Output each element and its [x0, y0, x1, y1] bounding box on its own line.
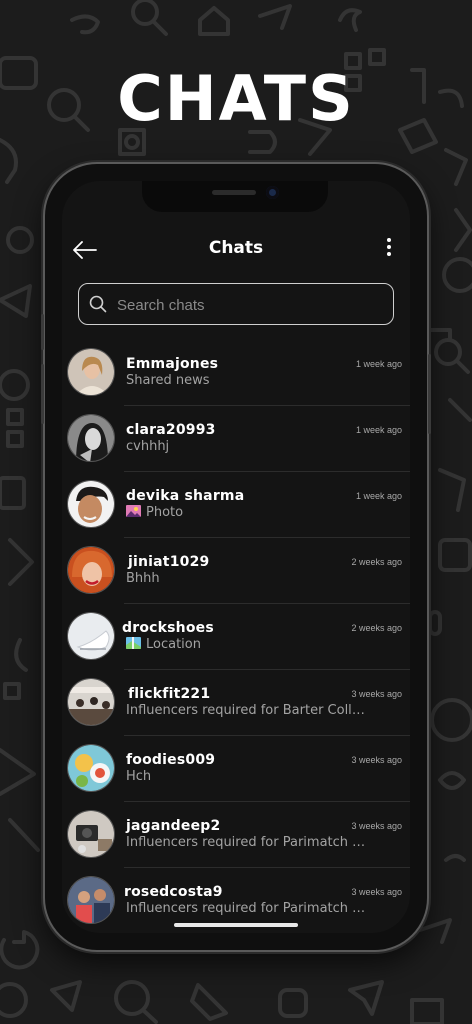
- chat-time: 1 week ago: [355, 425, 402, 435]
- home-indicator[interactable]: [174, 923, 298, 927]
- avatar: [67, 348, 115, 396]
- phone-notch: [142, 181, 328, 212]
- phone-side-button: [41, 364, 44, 424]
- app-screen: Chats Emm: [62, 181, 410, 933]
- preview-text: Photo: [146, 505, 184, 520]
- avatar: [67, 876, 115, 924]
- map-icon: [126, 637, 141, 649]
- chat-preview: Influencers required for Parimatch L...: [126, 835, 366, 850]
- phone-frame: Chats Emm: [41, 164, 431, 950]
- preview-text: Location: [146, 637, 201, 652]
- phone-side-button: [41, 314, 44, 350]
- chat-name: jagandeep2: [126, 818, 221, 834]
- chat-time: 3 weeks ago: [351, 887, 402, 897]
- chat-time: 3 weeks ago: [351, 821, 402, 831]
- chat-name: Emmajones: [126, 356, 219, 372]
- chat-list: Emmajones 1 week ago Shared news clara20…: [62, 340, 410, 933]
- chat-preview: Hch: [126, 769, 152, 784]
- chat-name: clara20993: [126, 422, 216, 438]
- more-dot: [387, 245, 391, 249]
- chat-time: 3 weeks ago: [351, 689, 402, 699]
- chat-time: 1 week ago: [355, 359, 402, 369]
- chat-time: 2 weeks ago: [351, 557, 402, 567]
- top-app-bar: Chats: [62, 234, 410, 274]
- chat-row-foodies009[interactable]: foodies009 3 weeks ago Hch: [62, 736, 410, 802]
- phone-side-button: [428, 354, 431, 434]
- chat-preview: cvhhhj: [126, 439, 170, 454]
- avatar: [67, 546, 115, 594]
- chat-name: flickfit221: [128, 686, 211, 702]
- chat-preview: Influencers required for Barter Colla...: [126, 703, 366, 718]
- chat-time: 2 weeks ago: [351, 623, 402, 633]
- chat-name: jiniat1029: [128, 554, 210, 570]
- avatar: [67, 810, 115, 858]
- chat-preview: Bhhh: [126, 571, 160, 586]
- chat-row-drockshoes[interactable]: drockshoes 2 weeks ago Location: [62, 604, 410, 670]
- avatar: [67, 744, 115, 792]
- avatar: [67, 678, 115, 726]
- chat-row-devika-sharma[interactable]: devika sharma 1 week ago Photo: [62, 472, 410, 538]
- speaker-grille: [212, 190, 256, 195]
- chat-row-flickfit221[interactable]: flickfit221 3 weeks ago Influencers requ…: [62, 670, 410, 736]
- avatar: [67, 414, 115, 462]
- chat-name: drockshoes: [122, 620, 214, 636]
- front-camera: [266, 186, 279, 199]
- page-title: Chats: [208, 238, 264, 258]
- chat-name: rosedcosta9: [124, 884, 223, 900]
- chat-preview: Photo: [126, 505, 366, 520]
- chat-row-emmajones[interactable]: Emmajones 1 week ago Shared news: [62, 340, 410, 406]
- chat-name: foodies009: [126, 752, 216, 768]
- promo-headline: CHATS: [117, 62, 355, 135]
- chat-time: 1 week ago: [355, 491, 402, 501]
- chat-row-jiniat1029[interactable]: jiniat1029 2 weeks ago Bhhh: [62, 538, 410, 604]
- chat-row-clara20993[interactable]: clara20993 1 week ago cvhhhj: [62, 406, 410, 472]
- more-dot: [387, 238, 391, 242]
- avatar: [67, 480, 115, 528]
- chat-time: 3 weeks ago: [351, 755, 402, 765]
- photo-icon: [126, 505, 141, 517]
- chat-preview: Location: [126, 637, 366, 652]
- search-icon: [89, 295, 107, 313]
- more-options-button[interactable]: [384, 238, 394, 260]
- more-dot: [387, 252, 391, 256]
- chat-preview: Influencers required for Parimatch L...: [126, 901, 366, 916]
- search-input[interactable]: [115, 290, 389, 320]
- chat-row-jagandeep2[interactable]: jagandeep2 3 weeks ago Influencers requi…: [62, 802, 410, 868]
- chat-name: devika sharma: [126, 488, 245, 504]
- search-bar: [78, 283, 394, 325]
- avatar: [67, 612, 115, 660]
- chat-preview: Shared news: [126, 373, 210, 388]
